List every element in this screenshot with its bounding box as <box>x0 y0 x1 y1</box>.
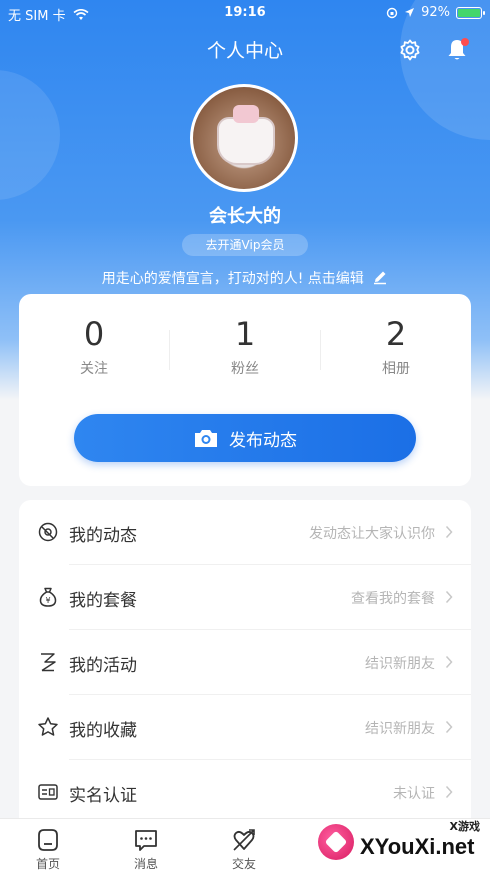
rotation-lock-icon <box>386 7 398 18</box>
tab-dating[interactable]: 交友 <box>214 827 274 872</box>
username: 会长大的 <box>209 206 281 227</box>
menu-item-my-favorites[interactable]: 我的收藏 结识新朋友 <box>19 695 471 760</box>
moments-icon <box>38 522 58 542</box>
home-icon <box>38 829 58 851</box>
money-bag-icon: ¥ <box>39 587 57 607</box>
menu-label: 我的收藏 <box>69 721 137 741</box>
avatar-photo-object <box>217 117 275 165</box>
notification-bell[interactable] <box>444 37 470 63</box>
menu-label: 我的套餐 <box>69 591 137 611</box>
chevron-right-icon <box>445 590 453 604</box>
menu-item-my-plans[interactable]: ¥ 我的套餐 查看我的套餐 <box>19 565 471 630</box>
battery-percent: 92% <box>421 5 450 20</box>
motto-text: 用走心的爱情宣言，打动对的人! 点击编辑 <box>101 271 364 287</box>
menu-list: 我的动态 发动态让大家认识你 ¥ 我的套餐 查看我的套餐 我的活动 结识新朋友 … <box>19 500 471 830</box>
menu-hint: 结识新朋友 <box>365 721 435 737</box>
stats-card: 0 关注 1 粉丝 2 相册 发布动态 <box>19 294 471 486</box>
chevron-right-icon <box>445 785 453 799</box>
stat-following[interactable]: 0 关注 <box>19 314 169 378</box>
status-right: 92% <box>386 5 485 20</box>
stat-label: 相册 <box>382 361 410 377</box>
menu-hint: 结识新朋友 <box>365 656 435 672</box>
vip-upgrade-button[interactable]: 去开通Vip会员 <box>182 234 308 256</box>
location-arrow-icon <box>405 8 415 17</box>
tab-label: 首页 <box>35 857 60 871</box>
chevron-right-icon <box>445 525 453 539</box>
post-moment-button[interactable]: 发布动态 <box>74 414 416 462</box>
watermark-logo-icon <box>318 824 354 860</box>
status-bar: 无 SIM 卡 19:16 92% <box>0 0 490 26</box>
message-icon <box>135 830 157 851</box>
chevron-right-icon <box>445 720 453 734</box>
battery-icon <box>456 6 485 19</box>
id-card-icon <box>38 784 58 800</box>
pencil-icon <box>374 271 387 285</box>
stat-label: 粉丝 <box>231 361 259 377</box>
decorative-circle <box>0 70 60 200</box>
menu-item-my-activities[interactable]: 我的活动 结识新朋友 <box>19 630 471 695</box>
tab-label: 交友 <box>231 857 256 871</box>
activity-icon <box>41 653 56 672</box>
site-watermark: X游戏 XYouXi.net <box>316 816 486 874</box>
star-icon <box>38 717 58 736</box>
tab-label: 消息 <box>133 857 158 871</box>
menu-hint: 未认证 <box>393 786 435 802</box>
menu-item-my-moments[interactable]: 我的动态 发动态让大家认识你 <box>19 500 471 565</box>
camera-icon <box>195 430 217 447</box>
chevron-right-icon <box>445 655 453 669</box>
menu-hint: 查看我的套餐 <box>351 591 435 607</box>
menu-label: 我的动态 <box>69 526 137 546</box>
notification-badge <box>461 38 469 46</box>
stat-albums[interactable]: 2 相册 <box>321 314 471 378</box>
avatar[interactable] <box>190 84 298 192</box>
dating-icon <box>233 829 255 851</box>
stat-label: 关注 <box>80 361 108 377</box>
stat-followers[interactable]: 1 粉丝 <box>170 314 320 378</box>
tab-messages[interactable]: 消息 <box>116 827 176 872</box>
motto-edit-link[interactable]: 用走心的爱情宣言，打动对的人! 点击编辑 <box>0 268 490 288</box>
menu-label: 实名认证 <box>69 786 137 806</box>
stat-value: 2 <box>385 315 407 353</box>
menu-hint: 发动态让大家认识你 <box>309 526 435 542</box>
stat-value: 1 <box>234 315 256 353</box>
watermark-small-text: X游戏 <box>449 820 480 833</box>
gear-icon[interactable] <box>398 38 422 62</box>
svg-text:¥: ¥ <box>45 596 50 605</box>
stat-value: 0 <box>83 315 105 353</box>
post-button-label: 发布动态 <box>229 430 297 451</box>
menu-label: 我的活动 <box>69 656 137 676</box>
avatar-photo-detail <box>233 105 259 123</box>
tab-home[interactable]: 首页 <box>18 827 78 872</box>
watermark-site-text: XYouXi.net <box>360 834 475 859</box>
